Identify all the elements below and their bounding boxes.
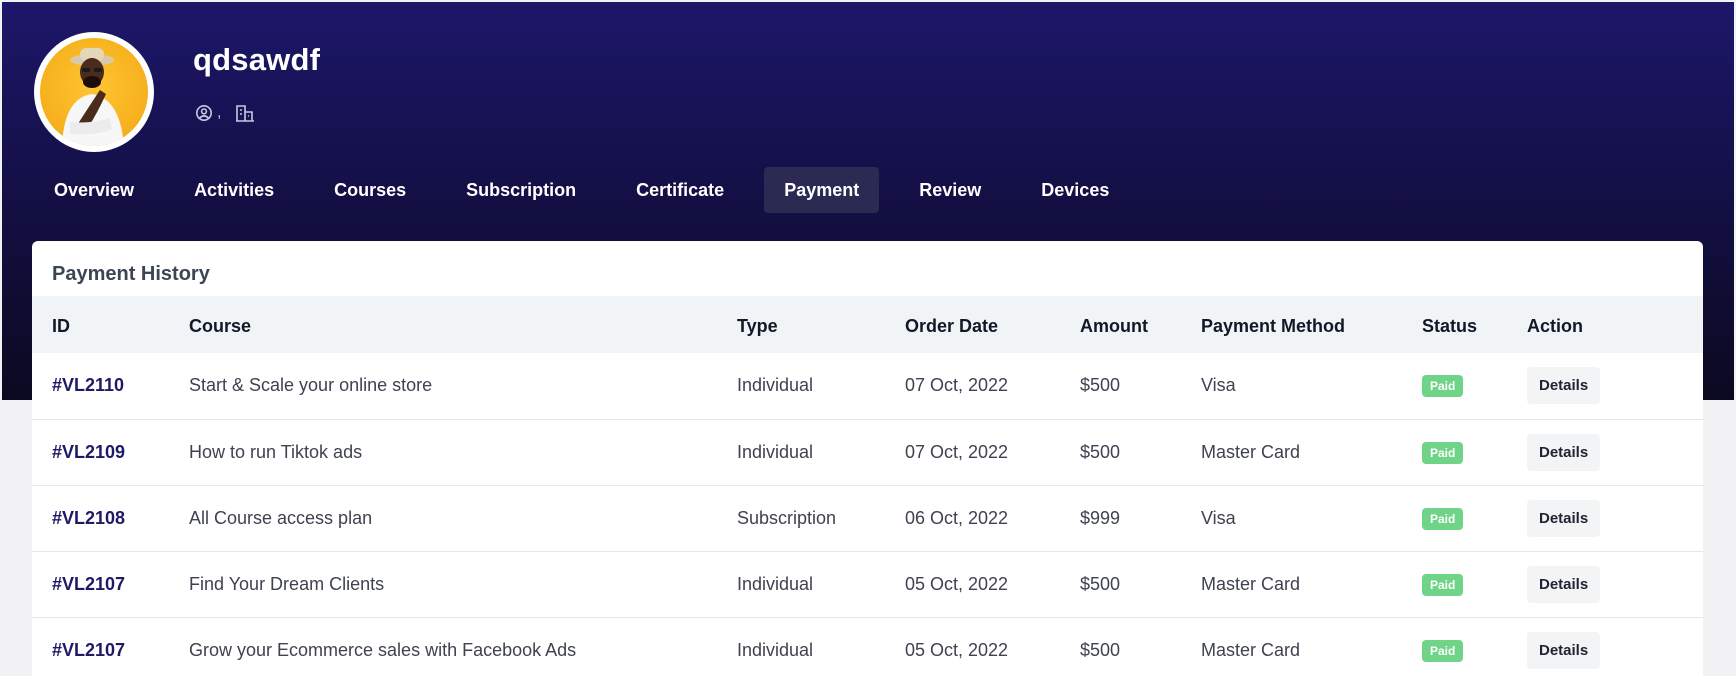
- order-date: 05 Oct, 2022: [905, 639, 1009, 660]
- column-header-payment-method: Payment Method: [1201, 316, 1346, 336]
- column-header-course: Course: [189, 316, 252, 336]
- tab-subscription[interactable]: Subscription: [446, 167, 596, 213]
- order-id[interactable]: #VL2107: [32, 617, 169, 676]
- payment-table: ID Course Type Order Date Amount Payment…: [32, 296, 1703, 676]
- order-type: Individual: [737, 639, 814, 660]
- status-badge: Paid: [1422, 375, 1464, 398]
- details-button[interactable]: Details: [1527, 499, 1601, 537]
- profile-username: qdsawdf: [193, 42, 321, 77]
- tab-certificate[interactable]: Certificate: [616, 167, 744, 213]
- user-location-icon: [195, 104, 213, 122]
- tab-courses[interactable]: Courses: [314, 167, 426, 213]
- details-button[interactable]: Details: [1527, 367, 1601, 405]
- status-badge: Paid: [1422, 639, 1464, 662]
- order-amount: $500: [1080, 375, 1121, 396]
- order-id[interactable]: #VL2107: [32, 551, 169, 617]
- order-type: Individual: [737, 441, 814, 462]
- order-amount: $500: [1080, 639, 1121, 660]
- order-type: Individual: [737, 375, 814, 396]
- order-id[interactable]: #VL2109: [32, 419, 169, 485]
- column-header-status: Status: [1422, 316, 1478, 336]
- payment-method: Visa: [1201, 507, 1236, 528]
- payment-method: Master Card: [1201, 441, 1301, 462]
- tab-devices[interactable]: Devices: [1021, 167, 1129, 213]
- profile-tabs: Overview Activities Courses Subscription…: [34, 167, 1149, 213]
- table-header-row: ID Course Type Order Date Amount Payment…: [32, 296, 1703, 353]
- payment-method: Visa: [1201, 375, 1236, 396]
- table-row: #VL2107 Grow your Ecommerce sales with F…: [32, 617, 1703, 676]
- table-row: #VL2109 How to run Tiktok ads Individual…: [32, 419, 1703, 485]
- order-id[interactable]: #VL2108: [32, 485, 169, 551]
- order-date: 07 Oct, 2022: [905, 375, 1009, 396]
- order-date: 05 Oct, 2022: [905, 573, 1009, 594]
- payment-history-card: Payment History ID Course Type Order Dat…: [32, 241, 1703, 676]
- order-id[interactable]: #VL2110: [32, 353, 169, 419]
- order-amount: $500: [1080, 573, 1121, 594]
- tab-payment[interactable]: Payment: [764, 167, 880, 213]
- tab-activities[interactable]: Activities: [174, 167, 294, 213]
- column-header-type: Type: [737, 316, 778, 336]
- table-row: #VL2108 All Course access plan Subscript…: [32, 485, 1703, 551]
- table-row: #VL2110 Start & Scale your online store …: [32, 353, 1703, 419]
- order-date: 06 Oct, 2022: [905, 507, 1009, 528]
- order-amount: $999: [1080, 507, 1121, 528]
- course-name: All Course access plan: [189, 507, 373, 528]
- payment-method: Master Card: [1201, 573, 1301, 594]
- order-type: Individual: [737, 573, 814, 594]
- avatar-image: [40, 38, 148, 146]
- column-header-id: ID: [52, 316, 70, 336]
- profile-meta: ,: [195, 104, 255, 122]
- status-badge: Paid: [1422, 507, 1464, 530]
- order-date: 07 Oct, 2022: [905, 441, 1009, 462]
- card-title: Payment History: [52, 263, 210, 285]
- course-name: How to run Tiktok ads: [189, 441, 363, 462]
- details-button[interactable]: Details: [1527, 433, 1601, 471]
- course-name: Grow your Ecommerce sales with Facebook …: [189, 639, 577, 660]
- column-header-amount: Amount: [1080, 316, 1148, 336]
- order-type: Subscription: [737, 507, 837, 528]
- tab-review[interactable]: Review: [899, 167, 1001, 213]
- course-name: Start & Scale your online store: [189, 375, 433, 396]
- column-header-order-date: Order Date: [905, 316, 999, 336]
- building-icon: [235, 104, 255, 122]
- avatar: [34, 32, 154, 152]
- meta-separator: ,: [217, 104, 222, 121]
- payment-method: Master Card: [1201, 639, 1301, 660]
- status-badge: Paid: [1422, 441, 1464, 464]
- details-button[interactable]: Details: [1527, 631, 1601, 669]
- table-row: #VL2107 Find Your Dream Clients Individu…: [32, 551, 1703, 617]
- details-button[interactable]: Details: [1527, 565, 1601, 603]
- tab-overview[interactable]: Overview: [34, 167, 154, 213]
- column-header-action: Action: [1527, 316, 1583, 336]
- order-amount: $500: [1080, 441, 1121, 462]
- status-badge: Paid: [1422, 573, 1464, 596]
- course-name: Find Your Dream Clients: [189, 573, 385, 594]
